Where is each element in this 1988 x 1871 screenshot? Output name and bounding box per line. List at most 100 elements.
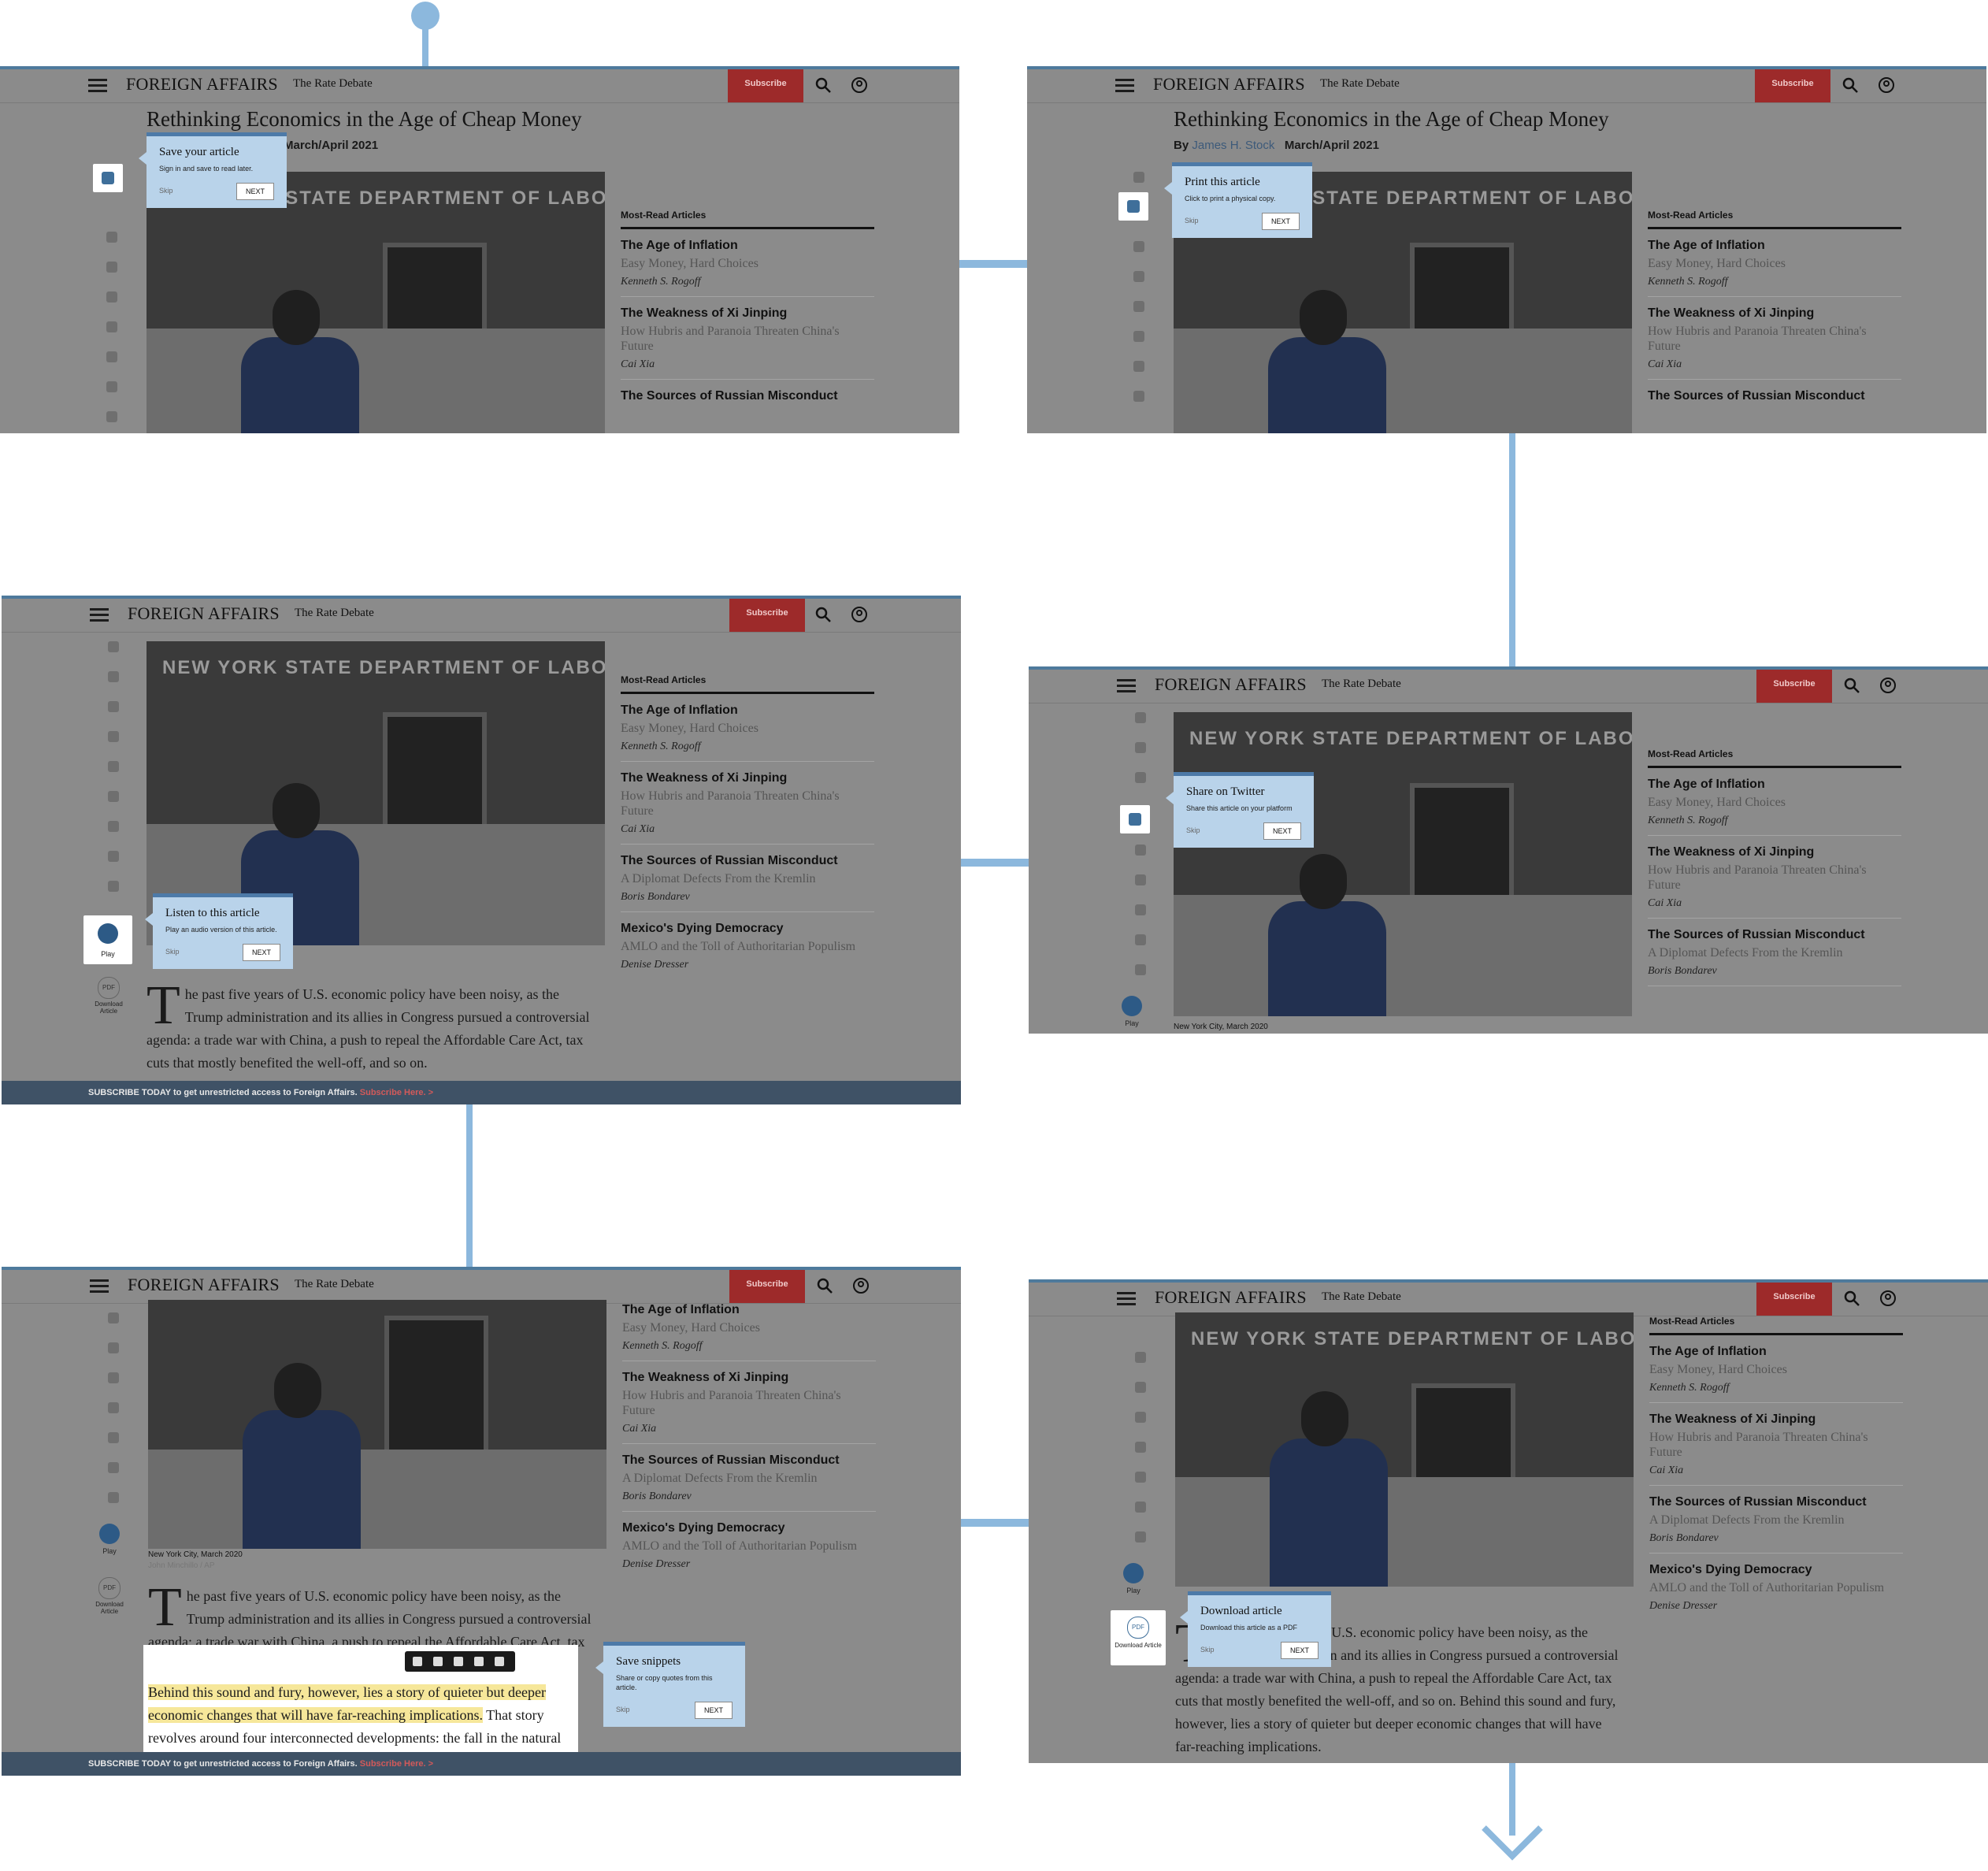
facebook-icon[interactable]	[1135, 845, 1146, 856]
linkedin-icon[interactable]	[1135, 874, 1146, 885]
facebook-icon[interactable]	[433, 1657, 443, 1666]
twitter-icon[interactable]	[413, 1657, 422, 1666]
list-item[interactable]: The Age of Inflation Easy Money, Hard Cho…	[621, 694, 874, 762]
play-button[interactable]: Play	[83, 915, 132, 964]
skip-link[interactable]: Skip	[1200, 1646, 1215, 1654]
list-item[interactable]: The Age of Inflation Easy Money, Hard Cho…	[621, 229, 874, 297]
menu-icon[interactable]	[1115, 76, 1134, 95]
next-button[interactable]: NEXT	[236, 183, 274, 200]
twitter-icon[interactable]	[1120, 805, 1150, 833]
link-icon[interactable]	[1135, 1472, 1146, 1483]
link-icon[interactable]	[106, 381, 117, 392]
twitter-icon[interactable]	[106, 291, 117, 303]
menu-icon[interactable]	[88, 76, 107, 95]
logo[interactable]: FOREIGN AFFAIRS	[128, 603, 280, 624]
print-icon[interactable]	[1118, 192, 1148, 221]
skip-link[interactable]: Skip	[159, 187, 173, 195]
print-icon[interactable]	[1135, 742, 1146, 753]
logo[interactable]: FOREIGN AFFAIRS	[126, 74, 278, 95]
email-icon[interactable]	[108, 701, 119, 712]
list-item[interactable]: The Weakness of Xi Jinping How Hubris and…	[621, 762, 874, 845]
account-icon[interactable]	[1879, 1290, 1897, 1307]
list-item[interactable]: The Weakness of Xi Jinping How Hubris and…	[1648, 836, 1901, 919]
twitter-icon[interactable]	[1133, 271, 1144, 282]
list-item[interactable]: The Sources of Russian Misconduct A Diplo…	[1648, 919, 1901, 986]
copy-icon[interactable]	[495, 1657, 504, 1666]
twitter-icon[interactable]	[108, 1342, 119, 1353]
section-title[interactable]: The Rate Debate	[1320, 77, 1400, 91]
list-item[interactable]: The Sources of Russian Misconduct A Diplo…	[1649, 1486, 1903, 1554]
subscribe-link[interactable]: Subscribe Here. >	[360, 1759, 433, 1769]
play-button[interactable]	[1122, 996, 1142, 1016]
subscribe-button[interactable]: Subscribe	[1756, 670, 1832, 703]
other-share-icon[interactable]	[1135, 964, 1146, 975]
account-icon[interactable]	[852, 1277, 870, 1294]
bookmark-icon[interactable]	[1133, 172, 1144, 183]
next-button[interactable]: NEXT	[1281, 1642, 1319, 1659]
list-item[interactable]: The Age of Inflation Easy Money, Hard Cho…	[622, 1303, 876, 1361]
twitter-icon[interactable]	[108, 731, 119, 742]
link-icon[interactable]	[1133, 361, 1144, 372]
subscribe-button[interactable]: Subscribe	[729, 599, 805, 632]
subscribe-link[interactable]: Subscribe Here. >	[360, 1088, 433, 1097]
list-item[interactable]: The Weakness of Xi Jinping How Hubris and…	[621, 297, 874, 380]
logo[interactable]: FOREIGN AFFAIRS	[1155, 674, 1307, 695]
download-pdf-button[interactable]: PDF Download Article	[93, 977, 124, 1015]
logo[interactable]: FOREIGN AFFAIRS	[1155, 1287, 1307, 1308]
search-icon[interactable]	[1841, 76, 1859, 94]
subscribe-button[interactable]: Subscribe	[1755, 69, 1830, 102]
linkedin-icon[interactable]	[108, 791, 119, 802]
linkedin-icon[interactable]	[1133, 331, 1144, 342]
list-item[interactable]: The Sources of Russian Misconduct A Diplo…	[622, 1444, 876, 1512]
play-button[interactable]	[1123, 1563, 1144, 1583]
search-icon[interactable]	[816, 1277, 833, 1294]
account-icon[interactable]	[1878, 76, 1895, 94]
next-button[interactable]: NEXT	[1263, 822, 1301, 840]
account-icon[interactable]	[851, 76, 868, 94]
section-title[interactable]: The Rate Debate	[1322, 1290, 1401, 1304]
facebook-icon[interactable]	[106, 321, 117, 332]
messenger-icon[interactable]	[108, 1462, 119, 1473]
section-title[interactable]: The Rate Debate	[293, 77, 373, 91]
facebook-icon[interactable]	[108, 761, 119, 772]
next-button[interactable]: NEXT	[243, 944, 280, 961]
subscribe-button[interactable]: Subscribe	[1756, 1283, 1832, 1316]
author-link[interactable]: James H. Stock	[1192, 139, 1274, 152]
logo[interactable]: FOREIGN AFFAIRS	[1153, 74, 1305, 95]
subscribe-button[interactable]: Subscribe	[729, 1270, 805, 1303]
messenger-icon[interactable]	[106, 411, 117, 422]
linkedin-icon[interactable]	[1135, 1442, 1146, 1453]
other-share-icon[interactable]	[108, 881, 119, 892]
menu-icon[interactable]	[90, 605, 109, 624]
download-pdf-button[interactable]: PDF Download Article	[1111, 1610, 1166, 1665]
next-button[interactable]: NEXT	[1262, 213, 1300, 230]
menu-icon[interactable]	[1117, 1289, 1136, 1308]
search-icon[interactable]	[814, 76, 832, 94]
section-title[interactable]: The Rate Debate	[1322, 677, 1401, 691]
list-item[interactable]: The Weakness of Xi Jinping How Hubris and…	[1649, 1403, 1903, 1486]
list-item[interactable]: The Weakness of Xi Jinping How Hubris and…	[622, 1361, 876, 1444]
menu-icon[interactable]	[1117, 676, 1136, 695]
messenger-icon[interactable]	[1135, 934, 1146, 945]
other-share-icon[interactable]	[1135, 1531, 1146, 1542]
logo[interactable]: FOREIGN AFFAIRS	[128, 1275, 280, 1295]
link-icon[interactable]	[108, 1432, 119, 1443]
account-icon[interactable]	[851, 606, 868, 623]
play-button[interactable]	[99, 1524, 120, 1544]
email-icon[interactable]	[1133, 241, 1144, 252]
facebook-icon[interactable]	[1133, 301, 1144, 312]
list-item[interactable]: The Age of Inflation Easy Money, Hard Cho…	[1648, 768, 1901, 836]
linkedin-icon[interactable]	[106, 351, 117, 362]
facebook-icon[interactable]	[108, 1372, 119, 1383]
other-share-icon[interactable]	[108, 1492, 119, 1503]
email-icon[interactable]	[106, 262, 117, 273]
skip-link[interactable]: Skip	[1186, 826, 1200, 834]
skip-link[interactable]: Skip	[165, 948, 180, 956]
subscribe-button[interactable]: Subscribe	[728, 69, 803, 102]
menu-icon[interactable]	[90, 1276, 109, 1295]
messenger-icon[interactable]	[1135, 1502, 1146, 1513]
search-icon[interactable]	[1843, 1290, 1860, 1307]
list-item[interactable]: The Sources of Russian Misconduct	[621, 380, 874, 411]
next-button[interactable]: NEXT	[695, 1702, 733, 1719]
skip-link[interactable]: Skip	[616, 1706, 630, 1713]
